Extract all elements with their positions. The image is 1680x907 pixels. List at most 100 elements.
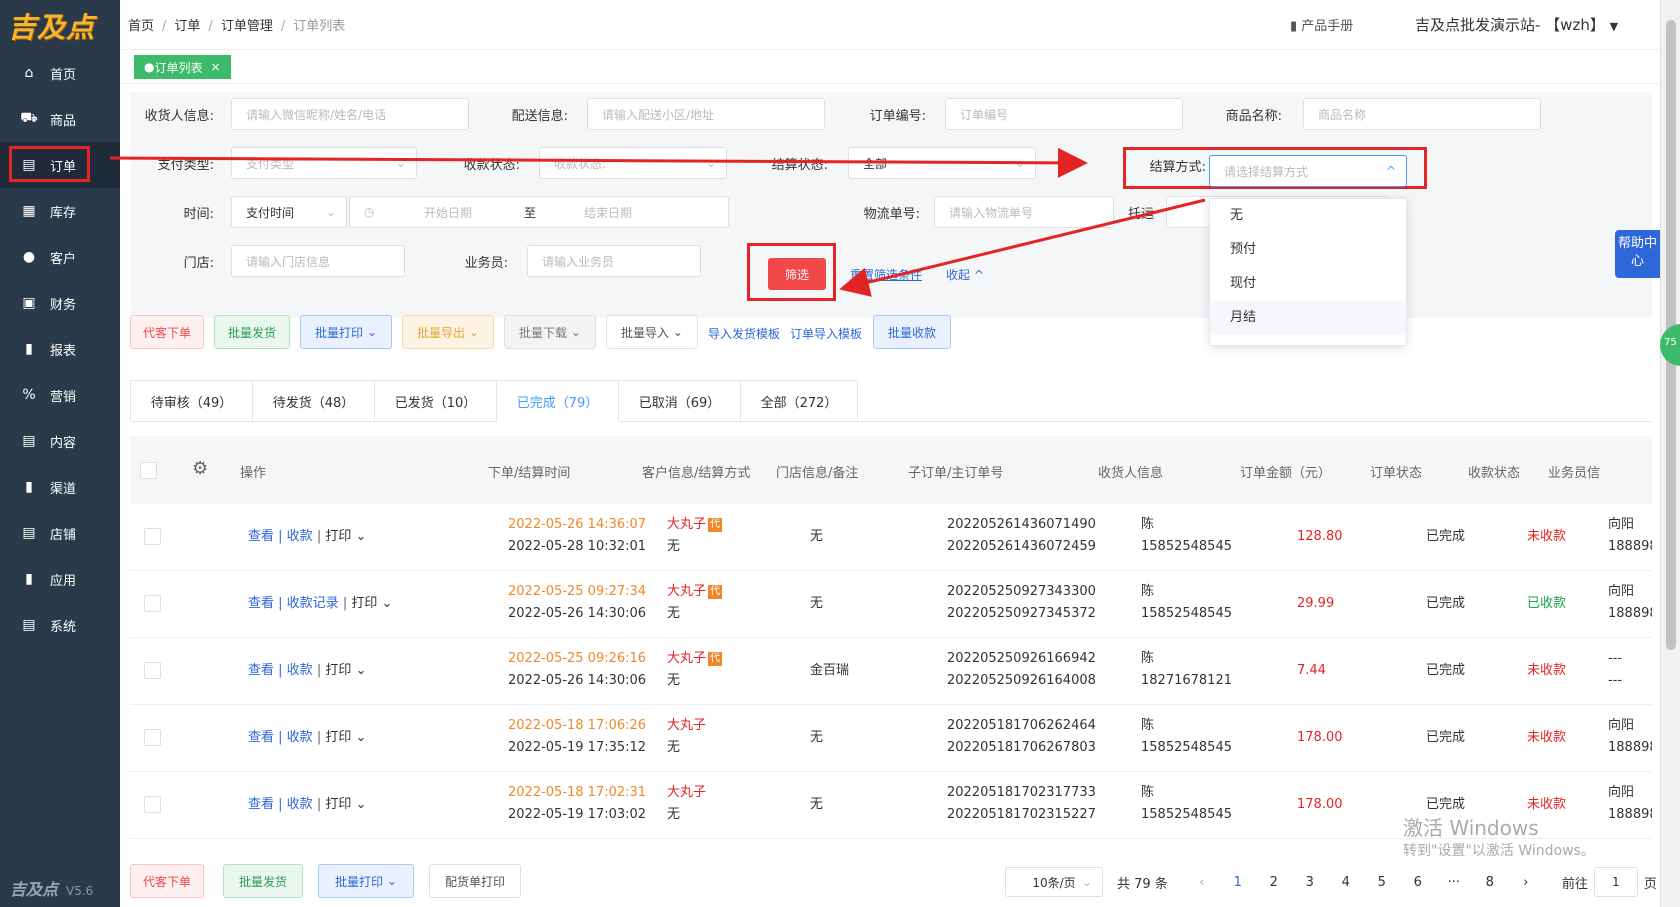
sidebar-item-9[interactable]: ▮ 渠道	[0, 464, 120, 510]
goto-page-input[interactable]: 1	[1593, 867, 1638, 897]
batch-download-button[interactable]: 批量下载 ⌄	[504, 315, 596, 349]
page-number[interactable]: ···	[1436, 875, 1472, 890]
filter-button[interactable]: 筛选	[768, 258, 826, 290]
row-checkbox[interactable]	[144, 796, 161, 813]
row-checkbox[interactable]	[144, 528, 161, 545]
footer-batch-ship-button[interactable]: 批量发货	[223, 864, 303, 898]
sidebar-item-10[interactable]: ▤ 店铺	[0, 510, 120, 556]
tab-pending-review[interactable]: 待审核（49）	[130, 380, 252, 422]
tab-completed[interactable]: 已完成（79）	[496, 380, 618, 422]
view-link[interactable]: 查看	[248, 797, 274, 812]
collect-link[interactable]: 收款	[287, 797, 313, 812]
sidebar-item-5[interactable]: ▣ 财务	[0, 280, 120, 326]
sidebar-item-1[interactable]: ⛟ 商品	[0, 96, 120, 142]
batch-import-button[interactable]: 批量导入 ⌄	[606, 315, 698, 349]
logistics-input[interactable]: 请输入物流单号	[934, 196, 1114, 228]
page-scrollbar[interactable]	[1660, 0, 1680, 907]
select-all-checkbox[interactable]	[140, 462, 157, 479]
site-account-menu[interactable]: 吉及点批发演示站- 【wzh】 ▼	[1415, 14, 1618, 35]
settle-option-cash[interactable]: 现付	[1210, 267, 1406, 301]
sales-input[interactable]: 请输入业务员	[527, 245, 701, 277]
collect-status-select[interactable]: 收款状态: ⌄	[539, 147, 727, 179]
sidebar-item-8[interactable]: ▤ 内容	[0, 418, 120, 464]
row-checkbox[interactable]	[144, 595, 161, 612]
page-number[interactable]: 2	[1256, 875, 1292, 890]
page-number[interactable]: 3	[1292, 875, 1328, 890]
footer-batch-print-button[interactable]: 批量打印 ⌄	[318, 864, 414, 898]
time-type-select[interactable]: 支付时间 ⌄	[231, 196, 347, 228]
customer-name[interactable]: 大丸子代	[667, 514, 723, 536]
customer-name[interactable]: 大丸子代	[667, 581, 723, 603]
settle-option-monthly[interactable]: 月结	[1210, 301, 1406, 335]
collect-record-link[interactable]: 收款记录	[287, 596, 339, 611]
print-menu[interactable]: 打印 ⌄	[325, 663, 366, 678]
customer-name[interactable]: 大丸子代	[667, 648, 723, 670]
help-center-button[interactable]: 帮助中心	[1615, 230, 1660, 278]
sidebar-item-6[interactable]: ▮ 报表	[0, 326, 120, 372]
page-number[interactable]: 6	[1400, 875, 1436, 890]
pick-list-print-button[interactable]: 配货单打印	[429, 864, 521, 898]
view-link[interactable]: 查看	[248, 663, 274, 678]
footer-proxy-order-button[interactable]: 代客下单	[130, 864, 204, 898]
sidebar-item-3[interactable]: ▦ 库存	[0, 188, 120, 234]
page-number[interactable]: 8	[1472, 875, 1508, 890]
order-import-template-link[interactable]: 订单导入模板	[790, 325, 862, 342]
print-menu[interactable]: 打印 ⌄	[325, 797, 366, 812]
sidebar-item-11[interactable]: ▮ 应用	[0, 556, 120, 602]
sidebar-item-12[interactable]: ▤ 系统	[0, 602, 120, 648]
store-input[interactable]: 请输入门店信息	[231, 245, 405, 277]
batch-print-button[interactable]: 批量打印 ⌄	[300, 315, 392, 349]
batch-collect-button[interactable]: 批量收款	[873, 315, 951, 349]
collect-link[interactable]: 收款	[287, 730, 313, 745]
receiver-input[interactable]: 请输入微信昵称/姓名/电话	[231, 98, 469, 130]
delivery-input[interactable]: 请输入配送小区/地址	[587, 98, 825, 130]
row-checkbox[interactable]	[144, 662, 161, 679]
view-link[interactable]: 查看	[248, 529, 274, 544]
sidebar-item-7[interactable]: % 营销	[0, 372, 120, 418]
tab-pending-ship[interactable]: 待发货（48）	[252, 380, 374, 422]
date-range-picker[interactable]: ◷ 开始日期 至 结束日期	[349, 196, 729, 228]
breadcrumb-order[interactable]: 订单	[174, 19, 200, 34]
settle-option-none[interactable]: 无	[1210, 199, 1406, 233]
end-date-input[interactable]: 结束日期	[584, 204, 632, 221]
orderno-input[interactable]: 订单编号	[945, 98, 1183, 130]
view-link[interactable]: 查看	[248, 730, 274, 745]
collect-link[interactable]: 收款	[287, 529, 313, 544]
page-number[interactable]: 5	[1364, 875, 1400, 890]
prev-page-icon[interactable]: ‹	[1184, 875, 1220, 890]
goods-input[interactable]: 商品名称	[1303, 98, 1541, 130]
page-number[interactable]: 4	[1328, 875, 1364, 890]
row-checkbox[interactable]	[144, 729, 161, 746]
tab-shipped[interactable]: 已发货（10）	[374, 380, 496, 422]
proxy-order-button[interactable]: 代客下单	[130, 315, 204, 349]
collect-link[interactable]: 收款	[287, 663, 313, 678]
collapse-link[interactable]: 收起 ^	[946, 266, 984, 283]
batch-ship-button[interactable]: 批量发货	[214, 315, 290, 349]
breadcrumb-home[interactable]: 首页	[128, 19, 154, 34]
start-date-input[interactable]: 开始日期	[424, 204, 472, 221]
batch-export-button[interactable]: 批量导出 ⌄	[402, 315, 494, 349]
tab-all[interactable]: 全部（272）	[740, 380, 858, 422]
settle-method-select[interactable]: 请选择结算方式 ^	[1209, 155, 1407, 187]
view-link[interactable]: 查看	[248, 596, 274, 611]
settle-option-prepay[interactable]: 预付	[1210, 233, 1406, 267]
gear-icon[interactable]: ⚙	[192, 458, 208, 479]
sidebar-item-4[interactable]: ● 客户	[0, 234, 120, 280]
manual-link[interactable]: ▮ 产品手册	[1290, 15, 1353, 34]
tab-tag-order-list[interactable]: ● 订单列表 ×	[134, 55, 231, 79]
customer-name[interactable]: 大丸子	[667, 782, 706, 804]
sidebar-item-0[interactable]: ⌂ 首页	[0, 50, 120, 96]
reset-filter-link[interactable]: 重置筛选条件	[850, 266, 922, 283]
page-number[interactable]: 1	[1220, 875, 1256, 890]
customer-name[interactable]: 大丸子	[667, 715, 706, 737]
print-menu[interactable]: 打印 ⌄	[325, 529, 366, 544]
next-page-icon[interactable]: ›	[1508, 875, 1544, 890]
page-size-select[interactable]: 10条/页 ⌄	[1005, 867, 1103, 897]
print-menu[interactable]: 打印 ⌄	[351, 596, 392, 611]
breadcrumb-order-manage[interactable]: 订单管理	[221, 19, 273, 34]
paytype-select[interactable]: 支付类型 ⌄	[231, 147, 417, 179]
import-ship-template-link[interactable]: 导入发货模板	[708, 325, 780, 342]
close-icon[interactable]: ×	[211, 60, 221, 74]
tab-cancelled[interactable]: 已取消（69）	[618, 380, 740, 422]
print-menu[interactable]: 打印 ⌄	[325, 730, 366, 745]
